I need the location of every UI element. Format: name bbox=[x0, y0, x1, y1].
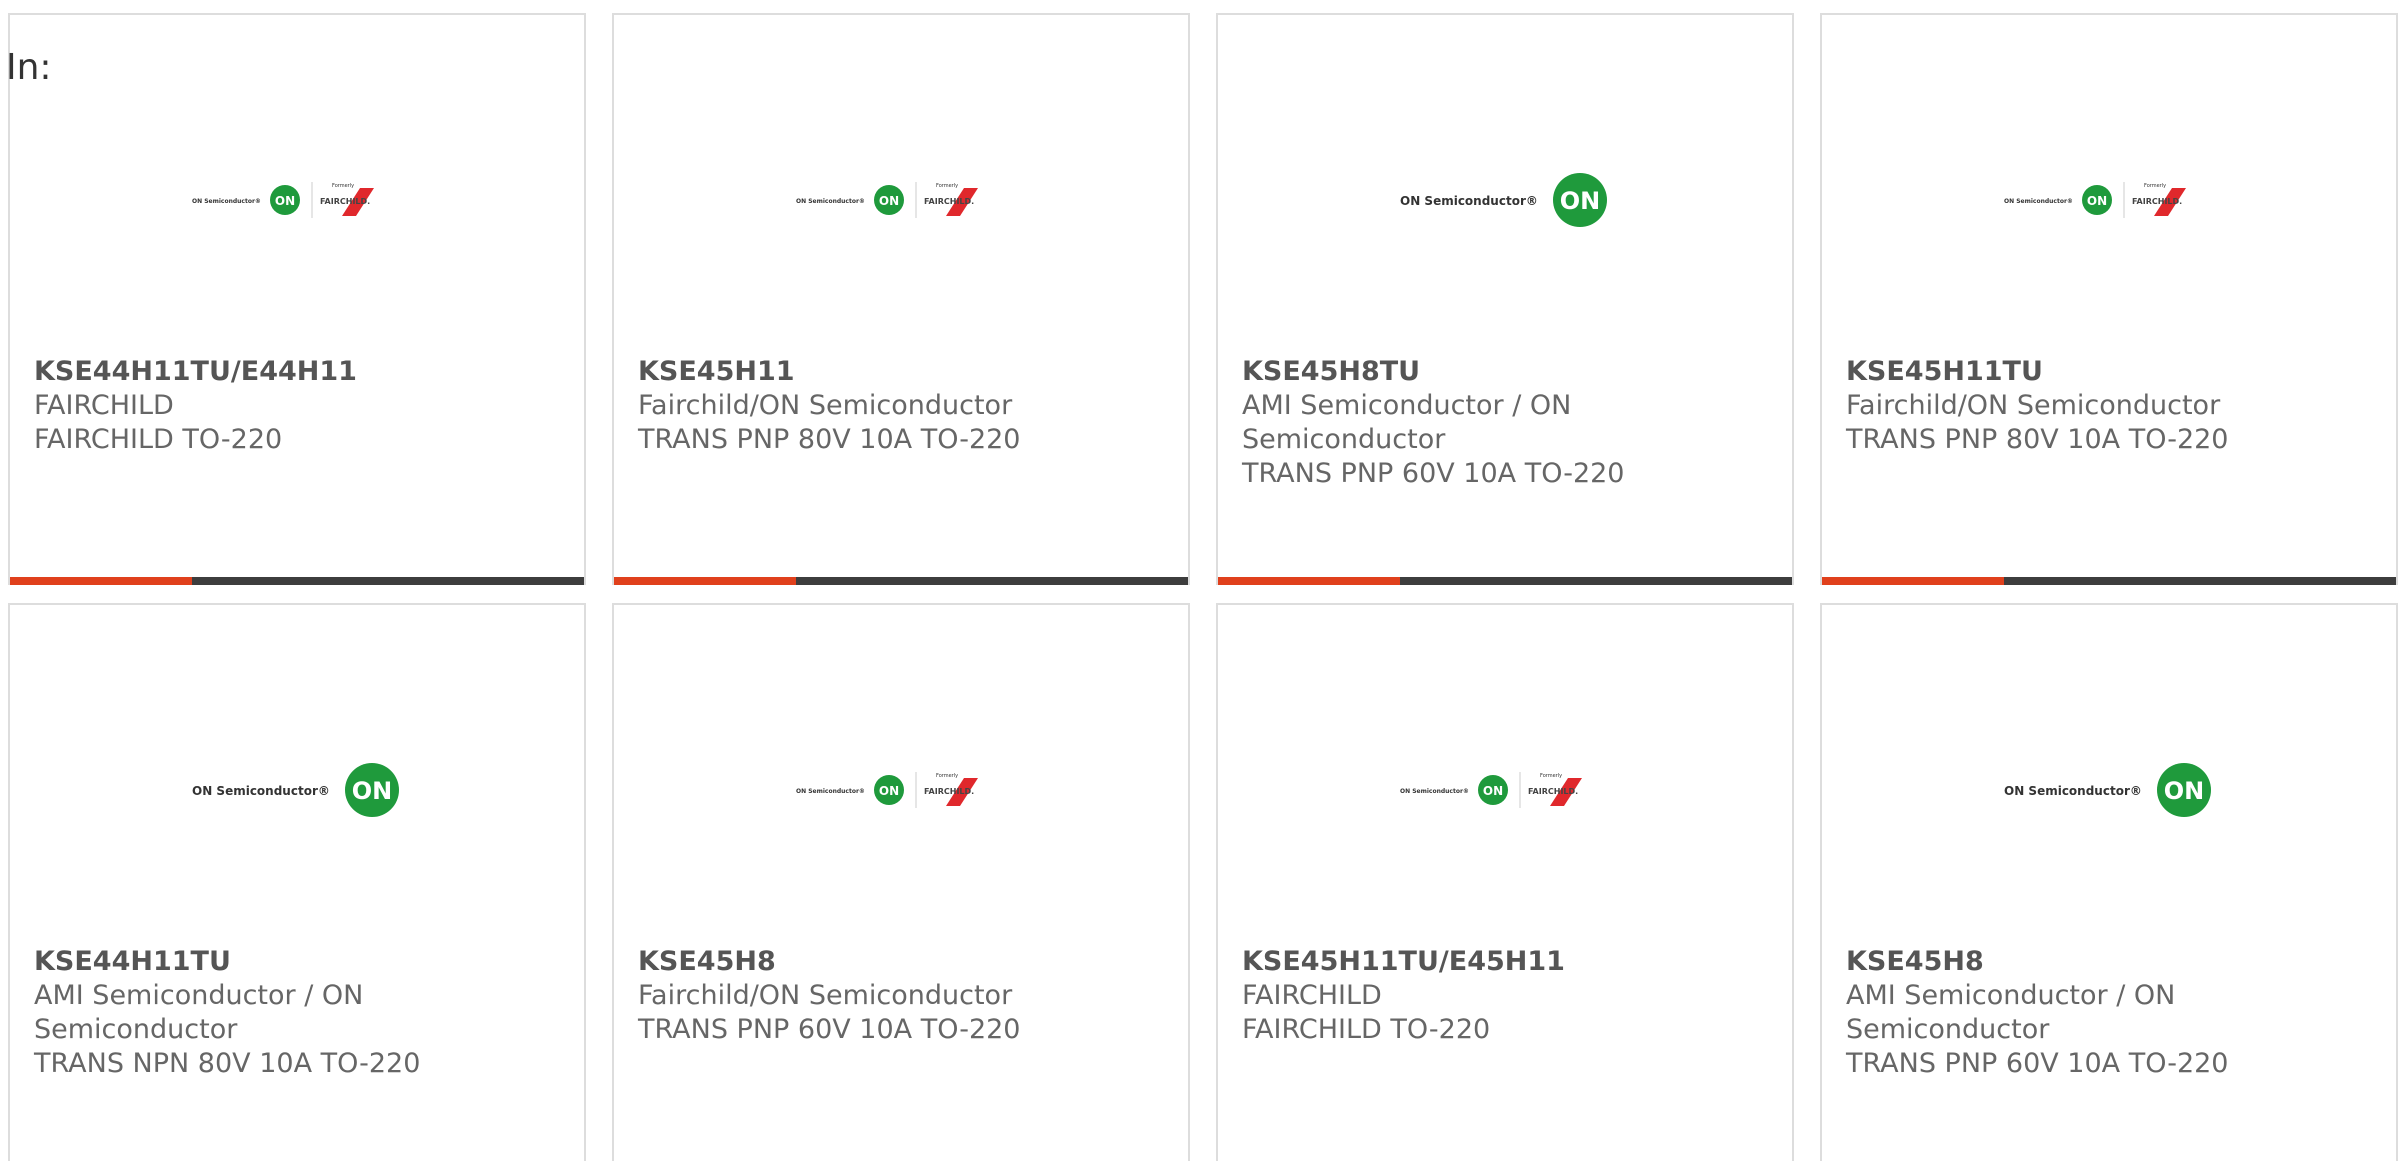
description: TRANS PNP 60V 10A TO-220 bbox=[638, 1014, 1021, 1045]
product-info: KSE45H8 Fairchild/ON Semiconductor TRANS… bbox=[638, 945, 1168, 1047]
svg-text:ON Semiconductor®: ON Semiconductor® bbox=[2004, 784, 2142, 798]
product-grid: ON Semiconductor® ON Formerly FAIRCHILD.… bbox=[8, 13, 2398, 1161]
part-number: KSE44H11TU/E44H11 bbox=[34, 356, 357, 387]
description: TRANS PNP 80V 10A TO-220 bbox=[1846, 424, 2229, 455]
manufacturer: Fairchild/ON Semiconductor bbox=[638, 390, 1013, 421]
part-number: KSE45H11TU bbox=[1846, 356, 2043, 387]
svg-text:Formerly: Formerly bbox=[1540, 773, 1562, 779]
description: FAIRCHILD TO-220 bbox=[1242, 1014, 1491, 1045]
manufacturer-logo: ON Semiconductor® ON bbox=[1218, 155, 1792, 245]
product-info: KSE45H11TU/E45H11 FAIRCHILD FAIRCHILD TO… bbox=[1242, 945, 1772, 1047]
part-number: KSE45H8 bbox=[638, 946, 776, 977]
card-accent-bar bbox=[614, 577, 796, 585]
manufacturer: FAIRCHILD bbox=[34, 390, 174, 421]
on-fairchild-logo: ON Semiconductor® ON Formerly FAIRCHILD. bbox=[2004, 182, 2186, 218]
product-card[interactable]: ON Semiconductor® ON Formerly FAIRCHILD.… bbox=[612, 13, 1190, 585]
description: TRANS PNP 60V 10A TO-220 bbox=[1846, 1048, 2229, 1079]
on-semiconductor-logo: ON Semiconductor® ON bbox=[192, 763, 399, 817]
svg-text:Formerly: Formerly bbox=[936, 183, 958, 189]
svg-text:ON: ON bbox=[352, 777, 393, 805]
svg-text:ON: ON bbox=[1560, 187, 1601, 215]
card-accent-bar bbox=[1822, 577, 2004, 585]
part-number: KSE45H11TU/E45H11 bbox=[1242, 946, 1565, 977]
product-info: KSE45H11TU Fairchild/ON Semiconductor TR… bbox=[1846, 355, 2376, 457]
svg-text:ON Semiconductor®: ON Semiconductor® bbox=[2004, 198, 2073, 205]
manufacturer: AMI Semiconductor / ON Semiconductor bbox=[1846, 980, 2176, 1045]
manufacturer-logo: ON Semiconductor® ON Formerly FAIRCHILD. bbox=[1218, 745, 1792, 835]
svg-text:FAIRCHILD.: FAIRCHILD. bbox=[320, 197, 370, 206]
on-fairchild-logo: ON Semiconductor® ON Formerly FAIRCHILD. bbox=[796, 182, 978, 218]
svg-text:ON: ON bbox=[879, 194, 899, 208]
product-info: KSE45H8 AMI Semiconductor / ON Semicondu… bbox=[1846, 945, 2376, 1081]
on-fairchild-logo: ON Semiconductor® ON Formerly FAIRCHILD. bbox=[1400, 772, 1582, 808]
on-fairchild-logo: ON Semiconductor® ON Formerly FAIRCHILD. bbox=[796, 772, 978, 808]
svg-text:ON Semiconductor®: ON Semiconductor® bbox=[796, 788, 865, 795]
product-info: KSE44H11TU AMI Semiconductor / ON Semico… bbox=[34, 945, 564, 1081]
description: TRANS PNP 80V 10A TO-220 bbox=[638, 424, 1021, 455]
svg-text:Formerly: Formerly bbox=[936, 773, 958, 779]
svg-text:ON: ON bbox=[2087, 194, 2107, 208]
svg-text:ON: ON bbox=[2164, 777, 2205, 805]
product-info: KSE44H11TU/E44H11 FAIRCHILD FAIRCHILD TO… bbox=[34, 355, 564, 457]
svg-text:ON Semiconductor®: ON Semiconductor® bbox=[796, 198, 865, 205]
manufacturer: Fairchild/ON Semiconductor bbox=[1846, 390, 2221, 421]
part-number: KSE45H8TU bbox=[1242, 356, 1421, 387]
part-number: KSE44H11TU bbox=[34, 946, 231, 977]
manufacturer-logo: ON Semiconductor® ON bbox=[1822, 745, 2396, 835]
on-semiconductor-logo: ON Semiconductor® ON bbox=[2004, 763, 2211, 817]
product-info: KSE45H8TU AMI Semiconductor / ON Semicon… bbox=[1242, 355, 1772, 491]
product-card[interactable]: ON Semiconductor® ON KSE44H11TU AMI Semi… bbox=[8, 603, 586, 1161]
manufacturer: FAIRCHILD bbox=[1242, 980, 1382, 1011]
product-card[interactable]: ON Semiconductor® ON Formerly FAIRCHILD.… bbox=[1820, 13, 2398, 585]
svg-text:ON: ON bbox=[879, 784, 899, 798]
svg-text:Formerly: Formerly bbox=[2144, 183, 2166, 189]
on-semiconductor-logo: ON Semiconductor® ON bbox=[1400, 173, 1607, 227]
manufacturer-logo: ON Semiconductor® ON Formerly FAIRCHILD. bbox=[614, 155, 1188, 245]
description: TRANS NPN 80V 10A TO-220 bbox=[34, 1048, 421, 1079]
product-card[interactable]: ON Semiconductor® ON Formerly FAIRCHILD.… bbox=[1216, 603, 1794, 1161]
svg-text:ON Semiconductor®: ON Semiconductor® bbox=[1400, 194, 1538, 208]
part-number: KSE45H8 bbox=[1846, 946, 1984, 977]
description: FAIRCHILD TO-220 bbox=[34, 424, 283, 455]
manufacturer-logo: ON Semiconductor® ON bbox=[10, 745, 584, 835]
svg-text:FAIRCHILD.: FAIRCHILD. bbox=[924, 197, 974, 206]
in-label: In: bbox=[6, 47, 52, 88]
svg-text:ON: ON bbox=[1483, 784, 1503, 798]
svg-text:ON Semiconductor®: ON Semiconductor® bbox=[192, 198, 261, 205]
product-card[interactable]: ON Semiconductor® ON Formerly FAIRCHILD.… bbox=[612, 603, 1190, 1161]
card-bottom-bar bbox=[10, 577, 584, 585]
card-bottom-bar bbox=[1822, 577, 2396, 585]
card-accent-bar bbox=[10, 577, 192, 585]
product-info: KSE45H11 Fairchild/ON Semiconductor TRAN… bbox=[638, 355, 1168, 457]
card-bottom-bar bbox=[1218, 577, 1792, 585]
svg-text:FAIRCHILD.: FAIRCHILD. bbox=[924, 787, 974, 796]
card-bottom-bar bbox=[614, 577, 1188, 585]
svg-text:ON Semiconductor®: ON Semiconductor® bbox=[192, 784, 330, 798]
manufacturer: AMI Semiconductor / ON Semiconductor bbox=[1242, 390, 1572, 455]
on-fairchild-logo: ON Semiconductor® ON Formerly FAIRCHILD. bbox=[192, 182, 374, 218]
manufacturer-logo: ON Semiconductor® ON Formerly FAIRCHILD. bbox=[1822, 155, 2396, 245]
svg-text:FAIRCHILD.: FAIRCHILD. bbox=[1528, 787, 1578, 796]
manufacturer: AMI Semiconductor / ON Semiconductor bbox=[34, 980, 364, 1045]
svg-text:ON Semiconductor®: ON Semiconductor® bbox=[1400, 788, 1469, 795]
svg-text:FAIRCHILD.: FAIRCHILD. bbox=[2132, 197, 2182, 206]
manufacturer-logo: ON Semiconductor® ON Formerly FAIRCHILD. bbox=[10, 155, 584, 245]
svg-text:ON: ON bbox=[275, 194, 295, 208]
svg-text:Formerly: Formerly bbox=[332, 183, 354, 189]
manufacturer-logo: ON Semiconductor® ON Formerly FAIRCHILD. bbox=[614, 745, 1188, 835]
part-number: KSE45H11 bbox=[638, 356, 795, 387]
product-card[interactable]: ON Semiconductor® ON KSE45H8TU AMI Semic… bbox=[1216, 13, 1794, 585]
page: In: ON Semiconductor® ON Formerly FAIRCH… bbox=[0, 0, 2400, 1161]
card-accent-bar bbox=[1218, 577, 1400, 585]
manufacturer: Fairchild/ON Semiconductor bbox=[638, 980, 1013, 1011]
description: TRANS PNP 60V 10A TO-220 bbox=[1242, 458, 1625, 489]
product-card[interactable]: ON Semiconductor® ON Formerly FAIRCHILD.… bbox=[8, 13, 586, 585]
product-card[interactable]: ON Semiconductor® ON KSE45H8 AMI Semicon… bbox=[1820, 603, 2398, 1161]
